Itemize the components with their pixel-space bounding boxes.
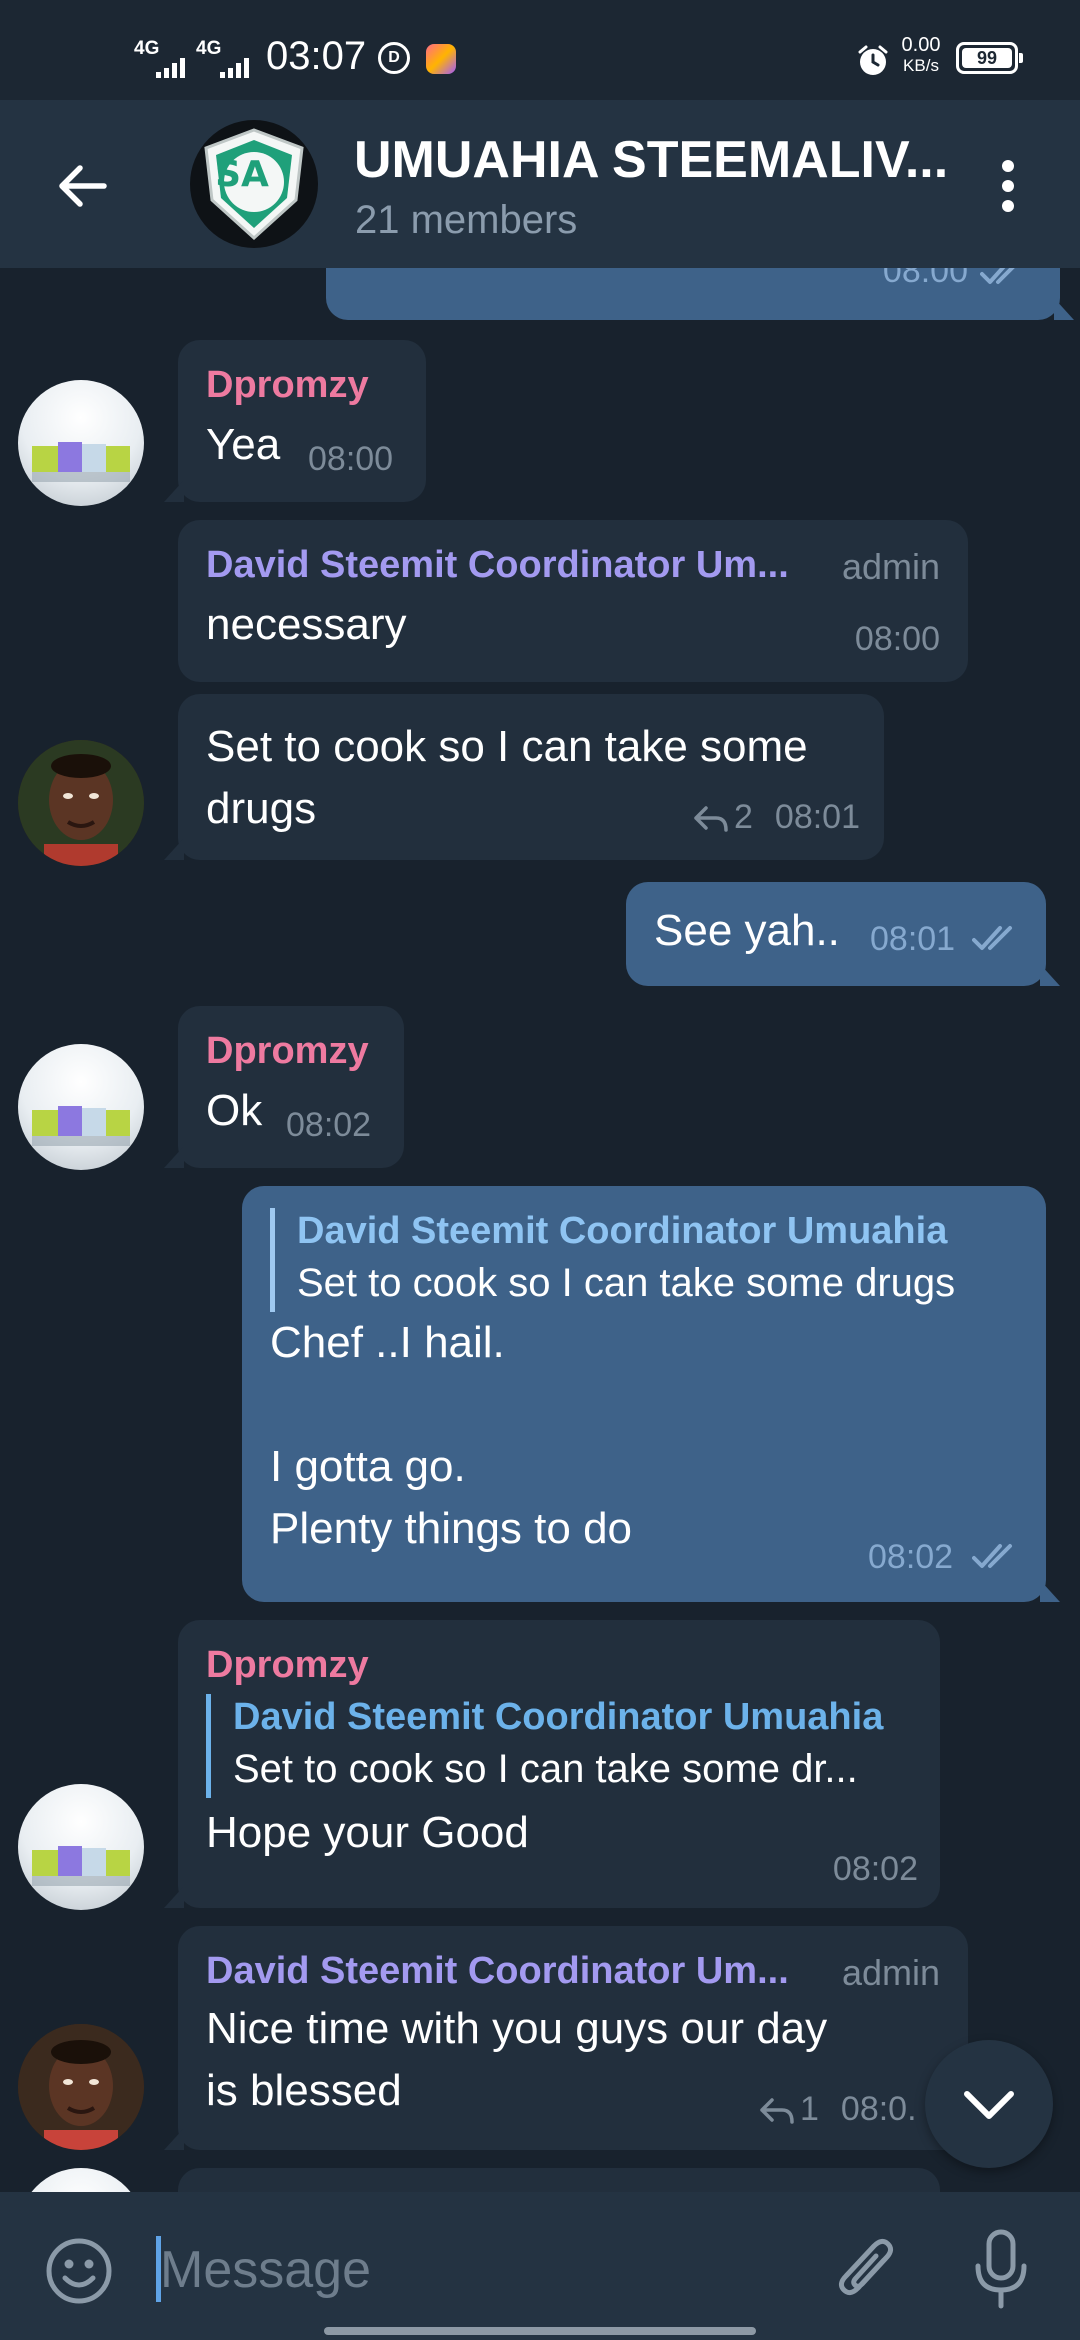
avatar-dpromzy[interactable] bbox=[18, 1784, 144, 1910]
sender-name[interactable]: Dpromzy bbox=[206, 1028, 376, 1074]
avatar-image bbox=[32, 1846, 130, 1886]
avatar-image bbox=[18, 2024, 144, 2150]
avatar-dpromzy[interactable] bbox=[18, 1044, 144, 1170]
message-bubble-outgoing[interactable]: See yah.. 08:01 bbox=[626, 882, 1060, 986]
quote-sender: David Steemit Coordinator Umuahia bbox=[297, 1210, 948, 1252]
group-logo-icon: SA bbox=[204, 128, 304, 241]
microphone-icon[interactable] bbox=[970, 2228, 1032, 2312]
message-time: 08:02 bbox=[832, 1850, 918, 1888]
message-meta: 1 08:0. bbox=[758, 2090, 917, 2129]
app-notification-icon bbox=[426, 44, 456, 74]
message-time: 08:00 bbox=[854, 620, 940, 658]
message-time: 08:02 bbox=[286, 1106, 372, 1144]
chat-header: SA UMUAHIA STEEMALIV... 21 members bbox=[0, 100, 1080, 268]
avatar-david[interactable] bbox=[18, 740, 144, 866]
message-bubble-incoming[interactable]: Dpromzy Yea 08:00 bbox=[164, 340, 426, 502]
avatar-image bbox=[32, 442, 130, 482]
network-speed: 0.00 KB/s bbox=[901, 34, 941, 75]
message-time: 08:0. bbox=[840, 2090, 917, 2128]
avatar-dpromzy[interactable] bbox=[18, 380, 144, 506]
back-arrow-icon[interactable] bbox=[52, 156, 112, 216]
paperclip-icon[interactable] bbox=[832, 2230, 902, 2310]
chat-screen: 4G 4G 03:07 D 0.00 KB/s 99 SA UMUAHIA ST… bbox=[0, 0, 1080, 2340]
battery-icon: 99 bbox=[956, 42, 1023, 74]
message-list[interactable]: 08:00 Dpromzy Yea 08:00 David Steemit Co… bbox=[0, 268, 1080, 2192]
more-options-icon[interactable] bbox=[990, 156, 1026, 216]
message-time: 08:01 bbox=[870, 920, 956, 958]
message-bubble-incoming[interactable]: Dpromzy Ok 08:02 bbox=[164, 1006, 404, 1168]
message-bubble-outgoing[interactable]: 08:00 bbox=[326, 268, 1074, 320]
sender-name[interactable]: Dpromzy bbox=[206, 362, 398, 408]
avatar-partial[interactable] bbox=[18, 2168, 144, 2192]
battery-level: 99 bbox=[962, 48, 1012, 68]
member-count: 21 members bbox=[355, 198, 578, 242]
avatar-david[interactable] bbox=[18, 2024, 144, 2150]
message-bubble-outgoing[interactable]: David Steemit Coordinator Umuahia Set to… bbox=[242, 1186, 1060, 1602]
reply-quote[interactable]: David Steemit Coordinator Umuahia Set to… bbox=[206, 1694, 912, 1798]
reply-quote[interactable]: David Steemit Coordinator Umuahia Set to… bbox=[270, 1208, 1018, 1312]
message-time: 08:00 bbox=[882, 268, 968, 290]
message-bubble-incoming[interactable]: Dpromzy David Steemit Coordinator Umuahi… bbox=[164, 1620, 940, 1908]
message-time: 08:00 bbox=[308, 440, 394, 478]
message-meta: 2 08:01 bbox=[692, 798, 860, 837]
message-text-line: Chef ..I hail. bbox=[270, 1318, 505, 1367]
double-check-icon bbox=[980, 268, 1015, 284]
message-bubble-incoming[interactable] bbox=[178, 2168, 940, 2192]
home-indicator[interactable] bbox=[324, 2327, 756, 2335]
message-time: 08:02 bbox=[868, 1538, 954, 1576]
message-text: Hope your Good bbox=[206, 1808, 529, 1857]
message-text-line: Nice time with you guys our day bbox=[206, 2004, 828, 2053]
network-type-2: 4G bbox=[196, 38, 222, 59]
message-bubble-incoming[interactable]: David Steemit Coordinator Um... admin Ni… bbox=[164, 1926, 968, 2150]
reply-count[interactable]: 2 bbox=[734, 798, 753, 836]
avatar-image bbox=[18, 740, 144, 866]
reply-count[interactable]: 1 bbox=[800, 2090, 819, 2128]
chevron-down-icon bbox=[964, 2091, 1014, 2119]
status-bar: 4G 4G 03:07 D 0.00 KB/s 99 bbox=[0, 0, 1080, 100]
reply-arrow-icon bbox=[760, 2098, 794, 2124]
emoji-icon[interactable] bbox=[44, 2236, 114, 2306]
reply-arrow-icon bbox=[694, 806, 728, 832]
message-text-line: I gotta go. bbox=[270, 1442, 466, 1491]
message-time: 08:01 bbox=[774, 798, 860, 836]
message-text-line: Set to cook so I can take some bbox=[206, 722, 808, 771]
sender-name[interactable]: Dpromzy bbox=[206, 1642, 912, 1688]
status-time: 03:07 bbox=[266, 34, 367, 78]
alarm-icon bbox=[858, 45, 888, 75]
signal-icon bbox=[220, 56, 249, 78]
quote-sender: David Steemit Coordinator Umuahia bbox=[233, 1696, 884, 1738]
message-text: necessary bbox=[206, 600, 407, 649]
message-input[interactable] bbox=[160, 2230, 800, 2310]
message-bubble-incoming[interactable]: David Steemit Coordinator Um... admin ne… bbox=[178, 520, 968, 682]
signal-icon bbox=[156, 56, 185, 78]
group-title[interactable]: UMUAHIA STEEMALIV... bbox=[354, 130, 954, 190]
double-check-icon bbox=[972, 926, 1012, 950]
double-check-icon bbox=[972, 1544, 1012, 1568]
sender-name[interactable]: David Steemit Coordinator Um... bbox=[206, 542, 816, 588]
group-avatar[interactable]: SA bbox=[190, 120, 318, 248]
avatar-image bbox=[32, 1106, 130, 1146]
quote-text: Set to cook so I can take some dr... bbox=[233, 1747, 858, 1791]
message-text-line bbox=[270, 1374, 1018, 1436]
admin-badge: admin bbox=[841, 546, 940, 587]
message-bubble-incoming[interactable]: Set to cook so I can take some drugs 2 08… bbox=[164, 694, 884, 860]
scroll-to-bottom-button[interactable] bbox=[925, 2040, 1053, 2168]
admin-badge: admin bbox=[841, 1952, 940, 1993]
data-saver-icon: D bbox=[378, 42, 410, 74]
svg-text:SA: SA bbox=[215, 154, 269, 195]
quote-text: Set to cook so I can take some drugs bbox=[297, 1261, 956, 1305]
message-text: See yah.. bbox=[654, 906, 840, 955]
sender-name[interactable]: David Steemit Coordinator Um... bbox=[206, 1948, 816, 1994]
message-input-bar bbox=[0, 2192, 1080, 2340]
